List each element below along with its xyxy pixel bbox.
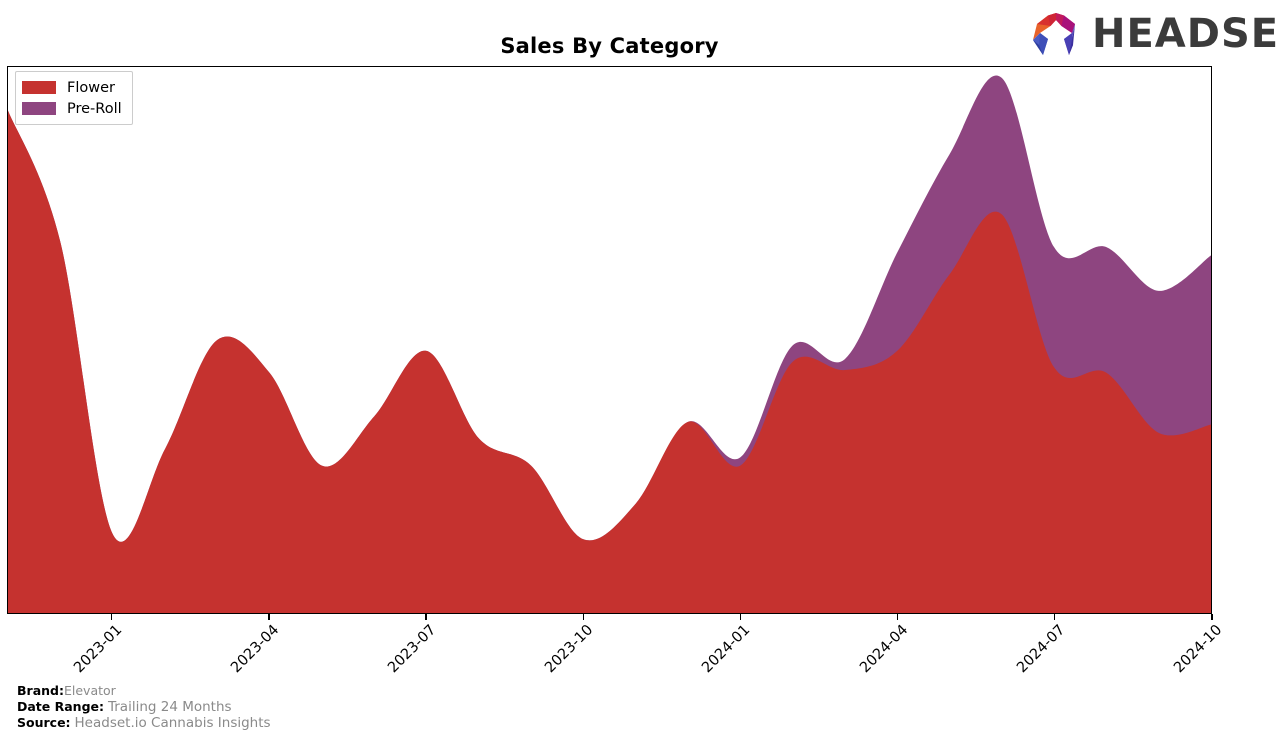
x-axis-tick-mark: [268, 614, 270, 620]
legend-swatch-flower: [22, 81, 56, 94]
headset-hexagon-logo-icon: [1033, 13, 1075, 55]
footer-brand: Brand:Elevator: [17, 683, 271, 699]
chart-legend: Flower Pre-Roll: [15, 71, 133, 125]
footer-date-key: Date Range:: [17, 698, 104, 714]
x-axis-tick-mark: [425, 614, 427, 620]
x-axis-tick-mark: [1054, 614, 1056, 620]
x-axis-tick-label: 2023-07: [385, 622, 440, 677]
footer-source-key: Source:: [17, 715, 71, 730]
footer-brand-key: Brand:: [17, 683, 64, 698]
x-axis-tick-label: 2024-01: [699, 622, 754, 677]
x-axis-tick-mark: [1211, 614, 1213, 620]
headset-logo: HEADSET: [1028, 8, 1276, 60]
legend-swatch-preroll: [22, 102, 56, 115]
x-axis-tick-mark: [897, 614, 899, 620]
x-axis-tick-label: 2023-10: [542, 622, 597, 677]
legend-label-preroll: Pre-Roll: [67, 100, 122, 117]
plot-area: [7, 66, 1212, 614]
legend-item-preroll: Pre-Roll: [22, 98, 122, 119]
footer-source: Source: Headset.io Cannabis Insights: [17, 715, 271, 732]
chart-footer: Brand:Elevator Date Range: Trailing 24 M…: [17, 683, 271, 732]
footer-date-value: Trailing 24 Months: [107, 698, 232, 715]
legend-label-flower: Flower: [67, 79, 115, 96]
logo-wordmark: HEADSET: [1092, 11, 1276, 57]
x-axis: 2023-01 2023-04 2023-07 2023-10 2024-01 2024-…: [0, 614, 1276, 684]
x-axis-tick-label: 2024-04: [856, 622, 911, 677]
footer-date-range: Date Range: Trailing 24 Months: [17, 699, 271, 716]
x-axis-tick-mark: [111, 614, 113, 620]
x-axis-tick-label: 2024-10: [1171, 622, 1226, 677]
x-axis-tick-label: 2024-07: [1013, 622, 1069, 677]
chart-page: Sales By Category HEADSET: [0, 0, 1276, 739]
x-axis-tick-mark: [739, 614, 742, 620]
legend-item-flower: Flower: [22, 77, 122, 98]
stacked-area-chart: [8, 75, 1211, 613]
x-axis-tick-mark: [582, 614, 584, 620]
x-axis-tick-label: 2023-01: [70, 622, 126, 677]
footer-brand-value: Elevator: [63, 683, 116, 698]
footer-source-value: Headset.io Cannabis Insights: [74, 715, 271, 731]
x-axis-tick-label: 2023-04: [228, 622, 283, 677]
